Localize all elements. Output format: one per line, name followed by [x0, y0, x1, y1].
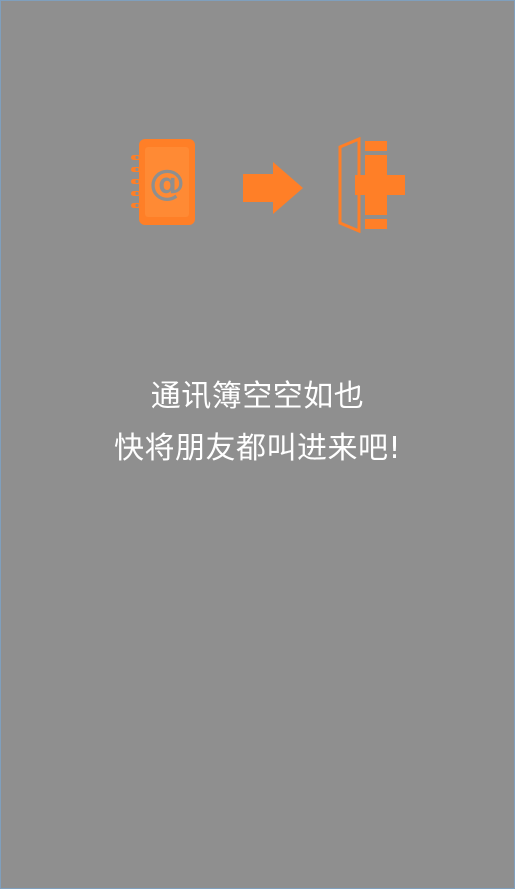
address-book-icon: @ [131, 139, 195, 225]
empty-state-illustration: @ [121, 133, 411, 238]
empty-state-line-2: 快将朋友都叫进来吧! [113, 431, 402, 466]
empty-contacts-screen: @ 通讯簿空空如也 快将朋友都叫进来吧! [0, 0, 515, 889]
empty-state-message: 通讯簿空空如也 快将朋友都叫进来吧! [1, 371, 514, 475]
door-plus-icon [338, 137, 405, 233]
arrow-right-icon [243, 162, 303, 214]
svg-text:@: @ [149, 163, 185, 204]
empty-state-line-1: 通讯簿空空如也 [150, 379, 365, 414]
